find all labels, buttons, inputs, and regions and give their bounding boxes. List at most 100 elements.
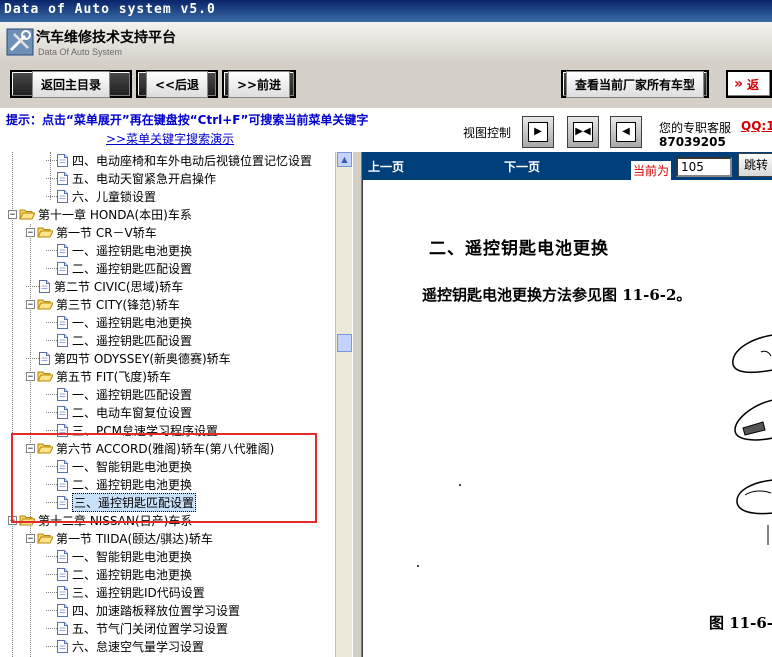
document-icon [57, 603, 68, 617]
tree-guide-line [12, 152, 13, 657]
tree-item-label: 二、遥控钥匙匹配设置 [72, 333, 193, 348]
service-phone: 87039205 [659, 135, 726, 149]
pane-splitter[interactable] [352, 152, 362, 657]
prev-page-link[interactable]: 上一页 [368, 158, 404, 175]
tree-connector [46, 501, 57, 503]
tree-item-label: 四、加速踏板释放位置学习设置 [72, 603, 241, 618]
scroll-thumb[interactable] [337, 334, 352, 352]
service-label: 您的专职客服 [659, 121, 732, 135]
tree-connector [46, 393, 57, 395]
home-button-label: 返回主目录 [31, 70, 110, 98]
tree-folder-item[interactable]: − 第三节 CITY(锋范)轿车 [26, 295, 180, 313]
figure-caption: 图 11-6- [709, 614, 772, 632]
document-icon [57, 171, 68, 185]
tree-connector [46, 645, 57, 647]
tree-doc-item[interactable]: 二、遥控钥匙电池更换 [46, 565, 192, 583]
tree-item-label: 二、遥控钥匙匹配设置 [72, 261, 193, 276]
tree-connector [46, 195, 57, 197]
collapse-toggle-icon[interactable]: − [26, 227, 35, 237]
tree-scrollbar[interactable]: ▲ [335, 152, 353, 657]
tree-folder-item[interactable]: − 第一节 CR－V轿车 [26, 223, 157, 241]
qq-contact-link[interactable]: QQ:1 [741, 119, 772, 133]
collapse-toggle-icon[interactable]: − [26, 443, 35, 453]
tree-doc-item[interactable]: 六、儿童锁设置 [46, 187, 156, 205]
tree-item-label: 一、遥控钥匙匹配设置 [72, 387, 193, 402]
document-icon [57, 549, 68, 563]
tree-doc-item[interactable]: 二、遥控钥匙匹配设置 [46, 259, 192, 277]
window-title-bar[interactable]: Data of Auto system v5.0 [0, 0, 772, 22]
tree-doc-item[interactable]: 一、智能钥匙电池更换 [46, 457, 192, 475]
collapse-toggle-icon[interactable]: − [26, 533, 35, 543]
document-icon [57, 423, 68, 437]
forward-button[interactable]: >>前进 [222, 70, 296, 98]
tree-doc-item[interactable]: 二、电动车窗复位设置 [46, 403, 192, 421]
tree-doc-item[interactable]: 一、遥控钥匙电池更换 [46, 241, 192, 259]
return-button-label: 返 [747, 77, 760, 92]
document-viewer[interactable]: 二、遥控钥匙电池更换 遥控钥匙电池更换方法参见图 11-6-2。 图 11-6- [362, 180, 772, 657]
tree-item-label: 第十二章 NISSAN(日产)车系 [38, 513, 193, 528]
document-icon [57, 243, 68, 257]
app-subtitle: Data Of Auto System [38, 47, 123, 57]
view-all-models-button[interactable]: 查看当前厂家所有车型 [561, 70, 709, 98]
tree-doc-item[interactable]: 六、怠速空气量学习设置 [46, 637, 204, 655]
tree-folder-item[interactable]: − 第十二章 NISSAN(日产)车系 [8, 511, 192, 529]
catalog-tree[interactable]: 四、电动座椅和车外电动后视镜位置记忆设置 五、电动天窗紧急开启操作 六、儿童锁设置 −… [0, 152, 353, 657]
back-button[interactable]: <<后退 [136, 70, 218, 98]
tree-doc-item[interactable]: 第四节 ODYSSEY(新奥德赛)轿车 [26, 349, 231, 367]
document-icon [57, 567, 68, 581]
home-button[interactable]: 返回主目录 [10, 70, 132, 98]
document-icon [39, 351, 50, 365]
scroll-up-icon[interactable]: ▲ [337, 152, 352, 167]
collapse-toggle-icon[interactable]: − [26, 371, 35, 381]
tree-folder-item[interactable]: − 第五节 FIT(飞度)轿车 [26, 367, 171, 385]
next-page-link[interactable]: 下一页 [504, 158, 540, 175]
jump-button[interactable]: 跳转 [738, 153, 772, 177]
search-demo-link[interactable]: >>菜单关键字搜索演示 [106, 130, 234, 147]
tree-doc-item[interactable]: 三、PCM怠速学习程序设置 [46, 421, 218, 439]
tree-item-label: 六、怠速空气量学习设置 [72, 639, 205, 654]
tree-connector [46, 411, 57, 413]
tree-doc-item[interactable]: 五、电动天窗紧急开启操作 [46, 169, 216, 187]
page-number-input[interactable]: 105 [676, 157, 732, 177]
document-icon [57, 585, 68, 599]
collapse-toggle-icon[interactable]: − [8, 209, 17, 219]
tree-connector [46, 609, 57, 611]
tree-connector [46, 159, 57, 161]
tree-item-label: 五、电动天窗紧急开启操作 [72, 171, 217, 186]
tree-folder-item[interactable]: − 第六节 ACCORD(雅阁)轿车(第八代雅阁) [26, 439, 274, 457]
collapse-toggle-icon[interactable]: − [26, 299, 35, 309]
document-icon [57, 405, 68, 419]
tree-item-label: 第一节 CR－V轿车 [56, 225, 157, 240]
tree-folder-item[interactable]: − 第十一章 HONDA(本田)车系 [8, 205, 192, 223]
tree-connector [46, 483, 57, 485]
tree-doc-item[interactable]: 三、遥控钥匙匹配设置 [46, 492, 197, 512]
tree-item-label: 一、遥控钥匙电池更换 [72, 243, 193, 258]
collapse-toggle-icon[interactable]: − [8, 515, 17, 525]
tree-doc-item[interactable]: 四、加速踏板释放位置学习设置 [46, 601, 240, 619]
view-split-button[interactable]: ▶◀ [567, 116, 599, 148]
tree-doc-item[interactable]: 一、遥控钥匙电池更换 [46, 313, 192, 331]
tree-doc-item[interactable]: 四、电动座椅和车外电动后视镜位置记忆设置 [46, 152, 312, 169]
tree-doc-item[interactable]: 二、遥控钥匙匹配设置 [46, 331, 192, 349]
scan-dot [417, 565, 419, 567]
tree-connector [46, 429, 57, 431]
tree-doc-item[interactable]: 三、遥控钥匙ID代码设置 [46, 583, 205, 601]
folder-open-icon [19, 209, 35, 220]
view-expand-left-button[interactable]: ▶ [522, 116, 554, 148]
tree-doc-item[interactable]: 二、遥控钥匙电池更换 [46, 475, 192, 493]
tree-connector [46, 627, 57, 629]
return-button[interactable]: » 返 [726, 70, 772, 98]
document-icon [57, 477, 68, 491]
double-chevron-icon: » [734, 76, 744, 92]
tree-item-label: 五、节气门关闭位置学习设置 [72, 621, 229, 636]
tree-doc-item[interactable]: 一、智能钥匙电池更换 [46, 547, 192, 565]
tree-connector [46, 591, 57, 593]
arrow-right-icon: ▶ [528, 122, 548, 142]
tree-doc-item[interactable]: 五、节气门关闭位置学习设置 [46, 619, 228, 637]
tree-doc-item[interactable]: 第二节 CIVIC(思域)轿车 [26, 277, 183, 295]
tree-doc-item[interactable]: 一、遥控钥匙匹配设置 [46, 385, 192, 403]
tree-item-label: 二、电动车窗复位设置 [72, 405, 193, 420]
tree-folder-item[interactable]: − 第一节 TIIDA(颐达/骐达)轿车 [26, 529, 213, 547]
tree-item-label: 第一节 TIIDA(颐达/骐达)轿车 [56, 531, 213, 546]
view-expand-right-button[interactable]: ◀ [610, 116, 642, 148]
